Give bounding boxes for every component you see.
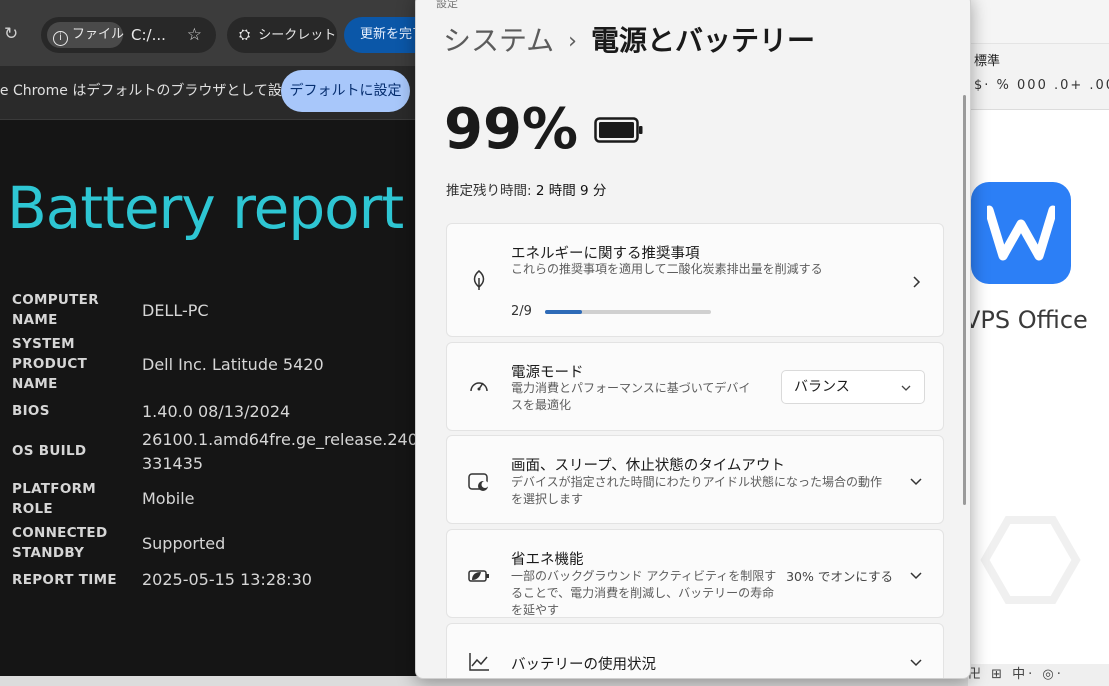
- report-value: Mobile: [142, 489, 195, 508]
- default-browser-infobar: le Chrome はデフォルトのブラウザとして設定... デフォルトに設定: [0, 66, 430, 120]
- report-key: SYSTEM PRODUCT NAME: [12, 336, 88, 392]
- chevron-down-icon: [910, 572, 922, 580]
- power-mode-title: 電源モード: [511, 365, 584, 381]
- remaining-value: 2 時間 9 分: [535, 183, 607, 199]
- energy-title: エネルギーに関する推奨事項: [511, 246, 700, 262]
- report-value: Supported: [142, 534, 226, 553]
- address-path[interactable]: C:/...: [131, 17, 166, 53]
- chrome-toolbar: ↻ i ファイル C:/... ☆ ⛭ シークレット 更新を完了: [0, 0, 430, 66]
- page-title: 電源とバッテリー: [590, 24, 815, 57]
- window-title: 設定: [436, 0, 458, 10]
- battery-percent: 99%: [444, 97, 579, 162]
- battery-icon: [594, 117, 643, 143]
- energy-desc: これらの推奨事項を適用して二酸化炭素排出量を削減する: [511, 262, 823, 276]
- remaining-time: 推定残り時間: 2 時間 9 分: [446, 179, 606, 199]
- number-format-label[interactable]: 標準: [974, 50, 1000, 69]
- progress-bar: [545, 310, 711, 314]
- remaining-label: 推定残り時間:: [446, 183, 532, 199]
- infobar-message: le Chrome はデフォルトのブラウザとして設定...: [0, 83, 310, 99]
- screen-sleep-icon: [468, 473, 489, 491]
- wps-logo-icon: [971, 182, 1071, 284]
- site-info-chip[interactable]: i ファイル: [47, 22, 125, 48]
- incognito-badge[interactable]: ⛭ シークレット: [227, 17, 337, 53]
- chevron-down-icon: [901, 385, 911, 391]
- report-value: 2025-05-15 13:28:30: [142, 570, 312, 589]
- report-key: OS BUILD: [12, 443, 87, 459]
- wps-app-name: VPS Office: [968, 306, 1088, 334]
- energy-saver-card[interactable]: 省エネ機能 一部のバックグラウンド アクティビティを制限することで、電力消費を削…: [446, 529, 944, 618]
- battery-usage-title: バッテリーの使用状況: [511, 657, 656, 673]
- report-key: REPORT TIME: [12, 572, 117, 588]
- progress-fill: [545, 310, 582, 314]
- address-bar[interactable]: i ファイル C:/... ☆: [41, 17, 216, 53]
- wps-status-bar: 卍 ⊞ 中· ◎·: [968, 664, 1109, 686]
- breadcrumb-parent[interactable]: システム: [443, 24, 554, 57]
- screen-sleep-title: 画面、スリープ、休止状態のタイムアウト: [511, 458, 785, 474]
- set-default-button[interactable]: デフォルトに設定: [281, 70, 410, 112]
- report-value: 1.40.0 08/13/2024: [142, 402, 291, 421]
- report-value: Dell Inc. Latitude 5420: [142, 355, 324, 374]
- report-key: BIOS: [12, 403, 50, 419]
- report-key: COMPUTER NAME: [12, 292, 99, 328]
- energy-saver-status: 30% でオンにする: [786, 569, 893, 584]
- leaf-icon: [473, 270, 485, 290]
- battery-usage-card[interactable]: バッテリーの使用状況: [446, 623, 944, 678]
- breadcrumb-separator: ›: [568, 29, 577, 54]
- chrome-window: ↻ i ファイル C:/... ☆ ⛭ シークレット 更新を完了 le Chrome…: [0, 0, 430, 686]
- screen-sleep-card[interactable]: 画面、スリープ、休止状態のタイムアウト デバイスが指定された時間にわたりアイドル…: [446, 435, 944, 524]
- address-chip-label: ファイル: [72, 27, 125, 42]
- incognito-icon: ⛭: [239, 27, 251, 43]
- number-format-icons[interactable]: $· % 000 .0+ .00: [974, 78, 1109, 93]
- wps-window: 標準 $· % 000 .0+ .00 VPS Office 卍 ⊞ 中· ◎·: [968, 0, 1109, 686]
- report-value: DELL-PC: [142, 301, 209, 320]
- power-mode-selected: バランス: [794, 379, 850, 395]
- hexagon-decoration-icon: [980, 516, 1081, 604]
- power-mode-icon: [470, 382, 488, 392]
- energy-saver-icon: [468, 570, 489, 582]
- chevron-down-icon: [910, 478, 922, 486]
- line-chart-icon: [469, 653, 489, 671]
- report-value: 26100.1.amd64fre.ge_release.240331435: [142, 430, 418, 473]
- progress-label: 2/9: [511, 304, 532, 319]
- wps-ribbon: 標準 $· % 000 .0+ .00: [968, 44, 1109, 110]
- report-key: PLATFORM ROLE: [12, 481, 97, 517]
- energy-recommendations-card[interactable]: エネルギーに関する推奨事項 これらの推奨事項を適用して二酸化炭素排出量を削減する…: [446, 223, 944, 337]
- incognito-label: シークレット: [258, 28, 337, 43]
- report-key: CONNECTED STANDBY: [12, 525, 108, 561]
- wps-titlebar: [968, 0, 1109, 44]
- chevron-down-icon: [910, 659, 922, 667]
- screen-sleep-desc: デバイスが指定された時間にわたりアイドル状態になった場合の動作を選択します: [511, 475, 883, 506]
- power-mode-desc: 電力消費とパフォーマンスに基づいてデバイスを最適化: [511, 381, 751, 412]
- power-mode-card: 電源モード 電力消費とパフォーマンスに基づいてデバイスを最適化 バランス: [446, 342, 944, 431]
- chevron-right-icon: [913, 276, 921, 288]
- breadcrumb: システム › 電源とバッテリー: [443, 21, 815, 61]
- bookmark-star-icon[interactable]: ☆: [187, 17, 202, 53]
- energy-saver-title: 省エネ機能: [511, 552, 584, 568]
- energy-saver-desc: 一部のバックグラウンド アクティビティを制限することで、電力消費を削減し、バッテ…: [511, 569, 777, 617]
- info-icon: i: [53, 31, 68, 46]
- scrollbar[interactable]: [963, 95, 966, 505]
- report-title: Battery report: [7, 174, 404, 242]
- reload-icon[interactable]: ↻: [4, 23, 18, 45]
- power-mode-select[interactable]: バランス: [781, 370, 925, 404]
- settings-window: 設定 システム › 電源とバッテリー 99% 推定残り時間: 2 時間 9 分 エネ…: [415, 0, 971, 679]
